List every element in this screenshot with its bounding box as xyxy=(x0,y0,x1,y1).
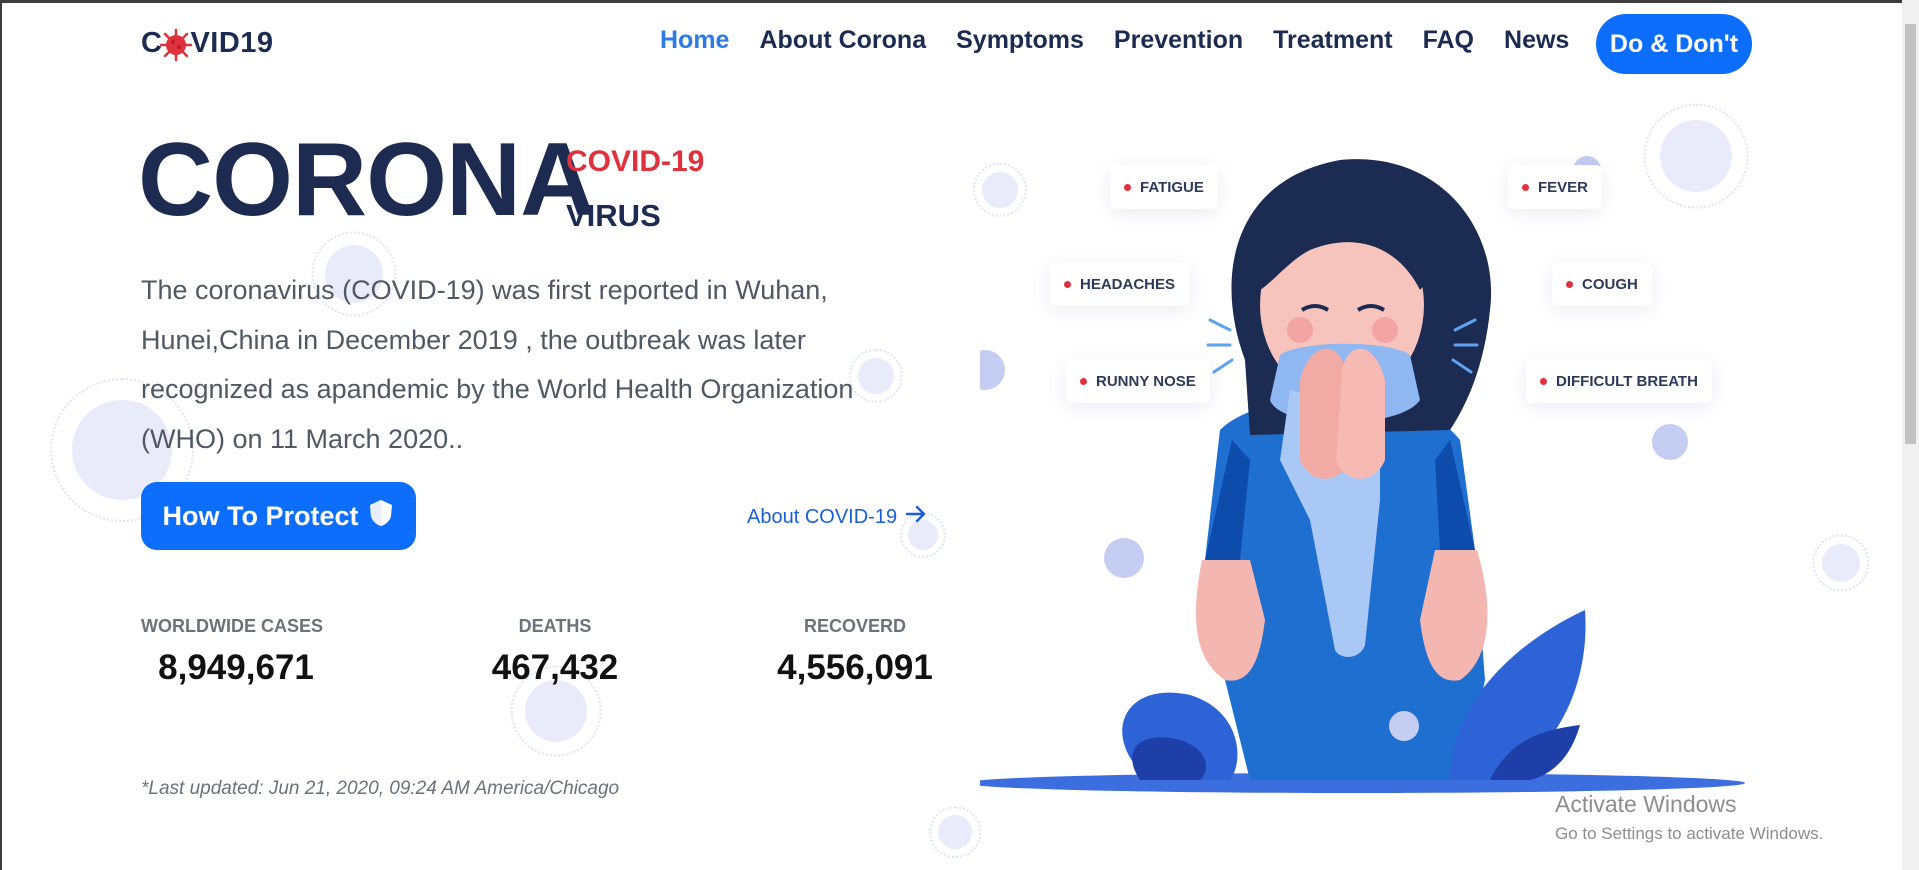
how-to-protect-button[interactable]: How To Protect xyxy=(141,482,416,550)
virus-decoration-icon xyxy=(938,815,972,849)
bullet-dot-icon xyxy=(1080,377,1087,385)
site-logo[interactable]: C VID19 xyxy=(141,27,274,61)
last-updated-text: *Last updated: Jun 21, 2020, 09:24 AM Am… xyxy=(141,778,620,799)
virus-decoration-icon xyxy=(1822,544,1860,582)
symptom-label: FATIGUE xyxy=(1140,178,1204,196)
main-nav: Home About Corona Symptoms Prevention Tr… xyxy=(660,26,1599,55)
nav-link-news[interactable]: News xyxy=(1504,26,1569,55)
virus-decoration-icon xyxy=(525,680,587,742)
stat-label-recovered: RECOVERD xyxy=(803,616,906,636)
woman-coughing-illustration xyxy=(980,156,1745,793)
symptom-label: COUGH xyxy=(1582,275,1638,293)
symptom-chip-difficult-breath: DIFFICULT BREATH xyxy=(1526,359,1712,403)
page-scrollbar[interactable] xyxy=(1902,0,1919,870)
watermark-line-2: Go to Settings to activate Windows. xyxy=(1555,824,1824,843)
bullet-dot-icon xyxy=(1566,280,1573,288)
nav-link-prevention[interactable]: Prevention xyxy=(1114,26,1243,55)
hero-description: The coronavirus (COVID-19) was first rep… xyxy=(141,275,854,454)
symptom-chip-runny-nose: RUNNY NOSE xyxy=(1066,359,1210,403)
nav-link-home[interactable]: Home xyxy=(660,26,729,55)
bullet-dot-icon xyxy=(1522,183,1529,191)
scrollbar-thumb[interactable] xyxy=(1905,24,1916,444)
symptom-label: RUNNY NOSE xyxy=(1096,372,1196,390)
symptom-label: DIFFICULT BREATH xyxy=(1556,372,1698,390)
virus-logo-icon xyxy=(160,28,193,61)
about-covid-label: About COVID-19 xyxy=(747,505,898,528)
bullet-dot-icon xyxy=(1064,280,1071,288)
stat-value-deaths: 467,432 xyxy=(491,648,619,687)
about-covid-link[interactable]: About COVID-19 xyxy=(747,505,927,529)
windows-activation-watermark: Activate Windows Go to Settings to activ… xyxy=(1555,791,1823,844)
symptom-label: FEVER xyxy=(1538,178,1589,196)
hero-tag-covid: COVID-19 xyxy=(566,145,705,178)
arrow-right-icon xyxy=(905,505,927,529)
nav-link-treatment[interactable]: Treatment xyxy=(1273,26,1392,55)
how-to-protect-label: How To Protect xyxy=(162,500,359,531)
shield-icon xyxy=(367,498,395,535)
stat-label-deaths: DEATHS xyxy=(518,616,592,636)
bullet-dot-icon xyxy=(1124,183,1131,191)
window-left-border xyxy=(0,0,2,870)
symptom-chip-cough: COUGH xyxy=(1552,262,1652,306)
stat-value-recovered: 4,556,091 xyxy=(777,648,933,687)
do-and-dont-button[interactable]: Do & Don't xyxy=(1596,14,1752,74)
window-top-border xyxy=(0,0,1919,3)
watermark-line-1: Activate Windows xyxy=(1555,791,1737,817)
hero-title: CORONA xyxy=(138,122,595,238)
nav-link-about-corona[interactable]: About Corona xyxy=(759,26,926,55)
hero-tag-virus: VIRUS xyxy=(566,198,661,233)
symptom-chip-fever: FEVER xyxy=(1508,165,1603,209)
nav-link-symptoms[interactable]: Symptoms xyxy=(956,26,1084,55)
stat-value-worldwide: 8,949,671 xyxy=(158,648,314,687)
symptom-label: HEADACHES xyxy=(1080,275,1176,293)
nav-link-faq[interactable]: FAQ xyxy=(1423,26,1474,55)
stat-label-worldwide: WORLDWIDE CASES xyxy=(141,616,323,636)
symptom-chip-fatigue: FATIGUE xyxy=(1110,165,1218,209)
logo-text-suffix: VID19 xyxy=(190,27,274,59)
symptom-chip-headaches: HEADACHES xyxy=(1050,262,1190,306)
bullet-dot-icon xyxy=(1540,377,1547,385)
